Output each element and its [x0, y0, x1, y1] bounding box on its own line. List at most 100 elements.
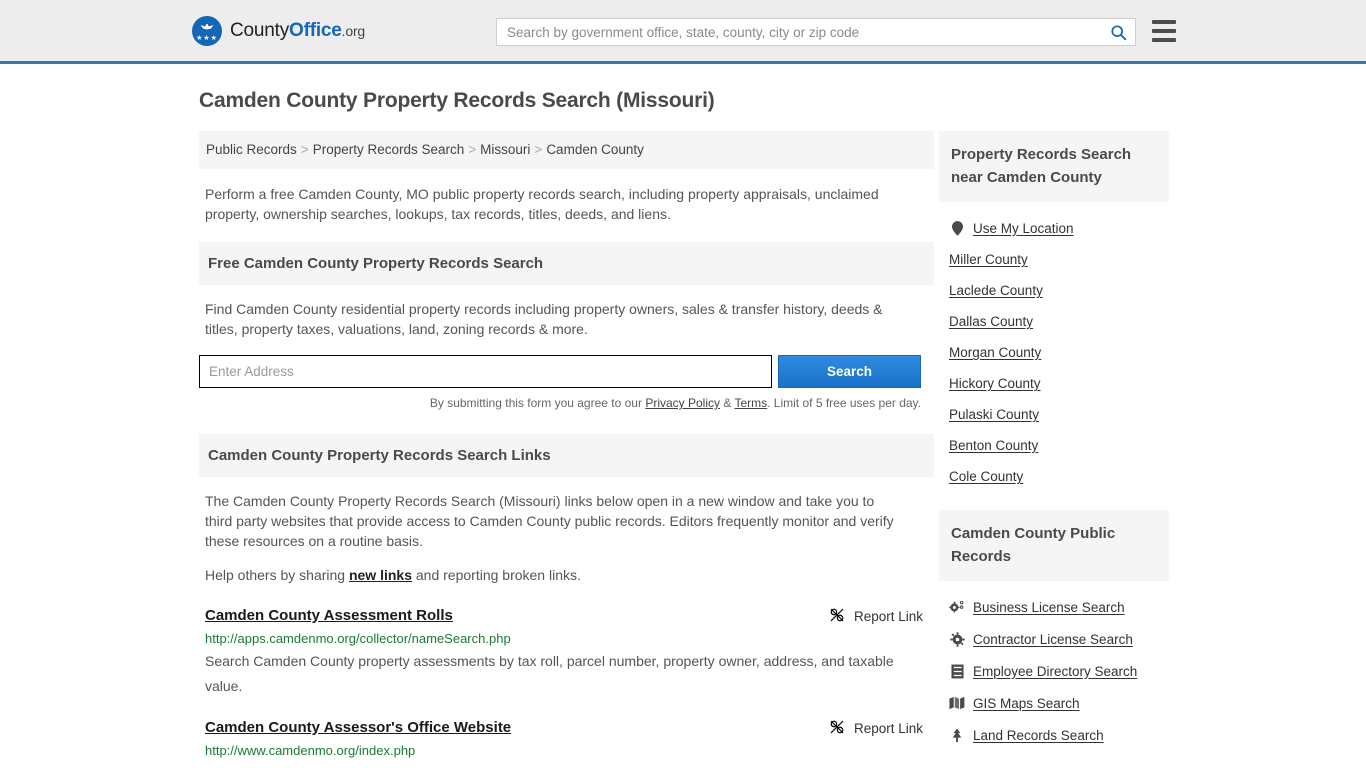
report-link-label: Report Link [853, 609, 923, 624]
sidebar-item-cole-county[interactable]: Cole County [939, 461, 1169, 492]
sidebar-item-label[interactable]: Employee Directory Search [973, 664, 1137, 679]
links-section-heading: Camden County Property Records Search Li… [199, 434, 934, 477]
address-search-form: Search [199, 355, 921, 388]
link-result-description: Search Camden County property assessment… [205, 653, 894, 694]
sidebar-item-gis-maps-search[interactable]: GIS Maps Search [939, 687, 1169, 719]
hamburger-bar-3 [1152, 38, 1176, 42]
help-suffix: and reporting broken links. [412, 567, 581, 583]
link-result-header: Camden County Assessment Rolls Report Li… [205, 607, 927, 626]
page-title: Camden County Property Records Search (M… [199, 89, 715, 112]
sidebar-item-label[interactable]: Benton County [949, 438, 1038, 453]
sidebar-item-dallas-county[interactable]: Dallas County [939, 306, 1169, 337]
sidebar-item-label[interactable]: Laclede County [949, 283, 1043, 298]
sidebar-item-laclede-county[interactable]: Laclede County [939, 275, 1169, 306]
logo-word-org: .org [341, 22, 366, 39]
gear-icon [949, 631, 965, 647]
link-result-header: Camden County Assessor's Office Website … [205, 719, 927, 738]
logo-word-county: County [230, 19, 290, 41]
help-prefix: Help others by sharing [205, 567, 349, 583]
hamburger-menu-icon[interactable] [1152, 20, 1176, 42]
disclaimer-amp: & [720, 396, 735, 410]
link-result-url[interactable]: http://www.camdenmo.org/index.php [205, 743, 927, 758]
sidebar-item-label[interactable]: Hickory County [949, 376, 1041, 391]
report-link-button[interactable]: Report Link [829, 607, 927, 626]
search-icon[interactable] [1101, 19, 1135, 45]
report-link-label: Report Link [853, 721, 923, 736]
link-result-item: Camden County Assessment Rolls Report Li… [205, 607, 927, 699]
site-logo[interactable]: ★★★ CountyOffice.org [192, 15, 365, 46]
sidebar-item-pulaski-county[interactable]: Pulaski County [939, 399, 1169, 430]
hamburger-bar-2 [1152, 29, 1176, 33]
sidebar-item-label[interactable]: Business License Search [973, 600, 1125, 615]
sidebar-nearby-box: Property Records Search near Camden Coun… [939, 131, 1169, 492]
tree-icon [949, 727, 965, 743]
main-content: Public Records > Property Records Search > M… [199, 131, 934, 768]
privacy-policy-link[interactable]: Privacy Policy [645, 396, 720, 410]
sidebar-item-label[interactable]: Land Records Search [973, 728, 1104, 743]
sidebar-item-label[interactable]: Pulaski County [949, 407, 1039, 422]
link-result-item: Camden County Assessor's Office Website … [205, 719, 927, 768]
logo-word-office: Office [289, 19, 342, 41]
site-header: ★★★ CountyOffice.org [0, 0, 1366, 64]
disclaimer-suffix: . Limit of 5 free uses per day. [767, 396, 921, 410]
global-search-bar[interactable] [496, 18, 1136, 46]
breadcrumb-item-2[interactable]: Missouri [480, 142, 530, 157]
broken-link-icon [829, 719, 845, 738]
sidebar-item-land-records-search[interactable]: Land Records Search [939, 719, 1169, 751]
sidebar-public-records-list: Business License Search Contractor Licen… [939, 581, 1169, 751]
sidebar-item-hickory-county[interactable]: Hickory County [939, 368, 1169, 399]
address-input[interactable] [199, 355, 772, 388]
sidebar-public-records-box: Camden County Public Records Business Li… [939, 510, 1169, 751]
sidebar: Property Records Search near Camden Coun… [939, 131, 1169, 751]
hamburger-bar-1 [1152, 20, 1176, 24]
report-link-button[interactable]: Report Link [829, 719, 927, 738]
link-result-title[interactable]: Camden County Assessment Rolls [205, 607, 453, 624]
sidebar-item-use-my-location[interactable]: Use My Location [939, 212, 1169, 244]
links-section-description: The Camden County Property Records Searc… [205, 493, 894, 549]
gears-icon [949, 599, 965, 615]
breadcrumb: Public Records > Property Records Search > M… [199, 131, 934, 169]
logo-wordmark: CountyOffice.org [230, 20, 365, 42]
terms-link[interactable]: Terms [734, 396, 767, 410]
sidebar-item-label[interactable]: Contractor License Search [973, 632, 1133, 647]
sidebar-item-business-license-search[interactable]: Business License Search [939, 591, 1169, 623]
breadcrumb-item-0[interactable]: Public Records [206, 142, 297, 157]
sidebar-nearby-heading: Property Records Search near Camden Coun… [939, 131, 1169, 202]
form-disclaimer: By submitting this form you agree to our… [199, 396, 921, 410]
sidebar-item-label[interactable]: GIS Maps Search [973, 696, 1080, 711]
breadcrumb-item-3[interactable]: Camden County [546, 142, 644, 157]
link-result-description: View Camden County Assessor's Office hom… [205, 761, 927, 768]
sidebar-item-label[interactable]: Morgan County [949, 345, 1041, 360]
sidebar-item-label[interactable]: Use My Location [973, 221, 1074, 236]
map-icon [949, 695, 965, 711]
sidebar-item-label[interactable]: Cole County [949, 469, 1023, 484]
sidebar-item-label[interactable]: Dallas County [949, 314, 1033, 329]
content-columns: Public Records > Property Records Search > M… [199, 131, 1366, 768]
book-icon [949, 663, 965, 679]
breadcrumb-sep-2: > [534, 142, 543, 157]
search-button[interactable]: Search [778, 355, 921, 388]
map-pin-icon [949, 220, 965, 236]
broken-link-icon [829, 607, 845, 626]
new-links-link[interactable]: new links [349, 567, 412, 583]
breadcrumb-sep-0: > [300, 142, 309, 157]
link-result-title[interactable]: Camden County Assessor's Office Website [205, 719, 511, 736]
global-search-input[interactable] [497, 19, 1101, 45]
breadcrumb-sep-1: > [468, 142, 477, 157]
free-search-description: Find Camden County residential property … [205, 301, 883, 337]
disclaimer-prefix: By submitting this form you agree to our [429, 396, 646, 410]
sidebar-item-contractor-license-search[interactable]: Contractor License Search [939, 623, 1169, 655]
sidebar-public-records-heading: Camden County Public Records [939, 510, 1169, 581]
sidebar-item-employee-directory-search[interactable]: Employee Directory Search [939, 655, 1169, 687]
breadcrumb-item-1[interactable]: Property Records Search [313, 142, 465, 157]
page-body: Camden County Property Records Search (M… [0, 89, 1366, 768]
eagle-shield-logo-icon: ★★★ [192, 15, 222, 46]
sidebar-item-benton-county[interactable]: Benton County [939, 430, 1169, 461]
page-intro-text: Perform a free Camden County, MO public … [205, 186, 879, 222]
sidebar-item-miller-county[interactable]: Miller County [939, 244, 1169, 275]
link-result-url[interactable]: http://apps.camdenmo.org/collector/nameS… [205, 631, 927, 646]
help-others-line: Help others by sharing new links and rep… [205, 567, 934, 583]
three-stars-icon: ★★★ [196, 34, 218, 42]
sidebar-item-label[interactable]: Miller County [949, 252, 1028, 267]
sidebar-item-morgan-county[interactable]: Morgan County [939, 337, 1169, 368]
